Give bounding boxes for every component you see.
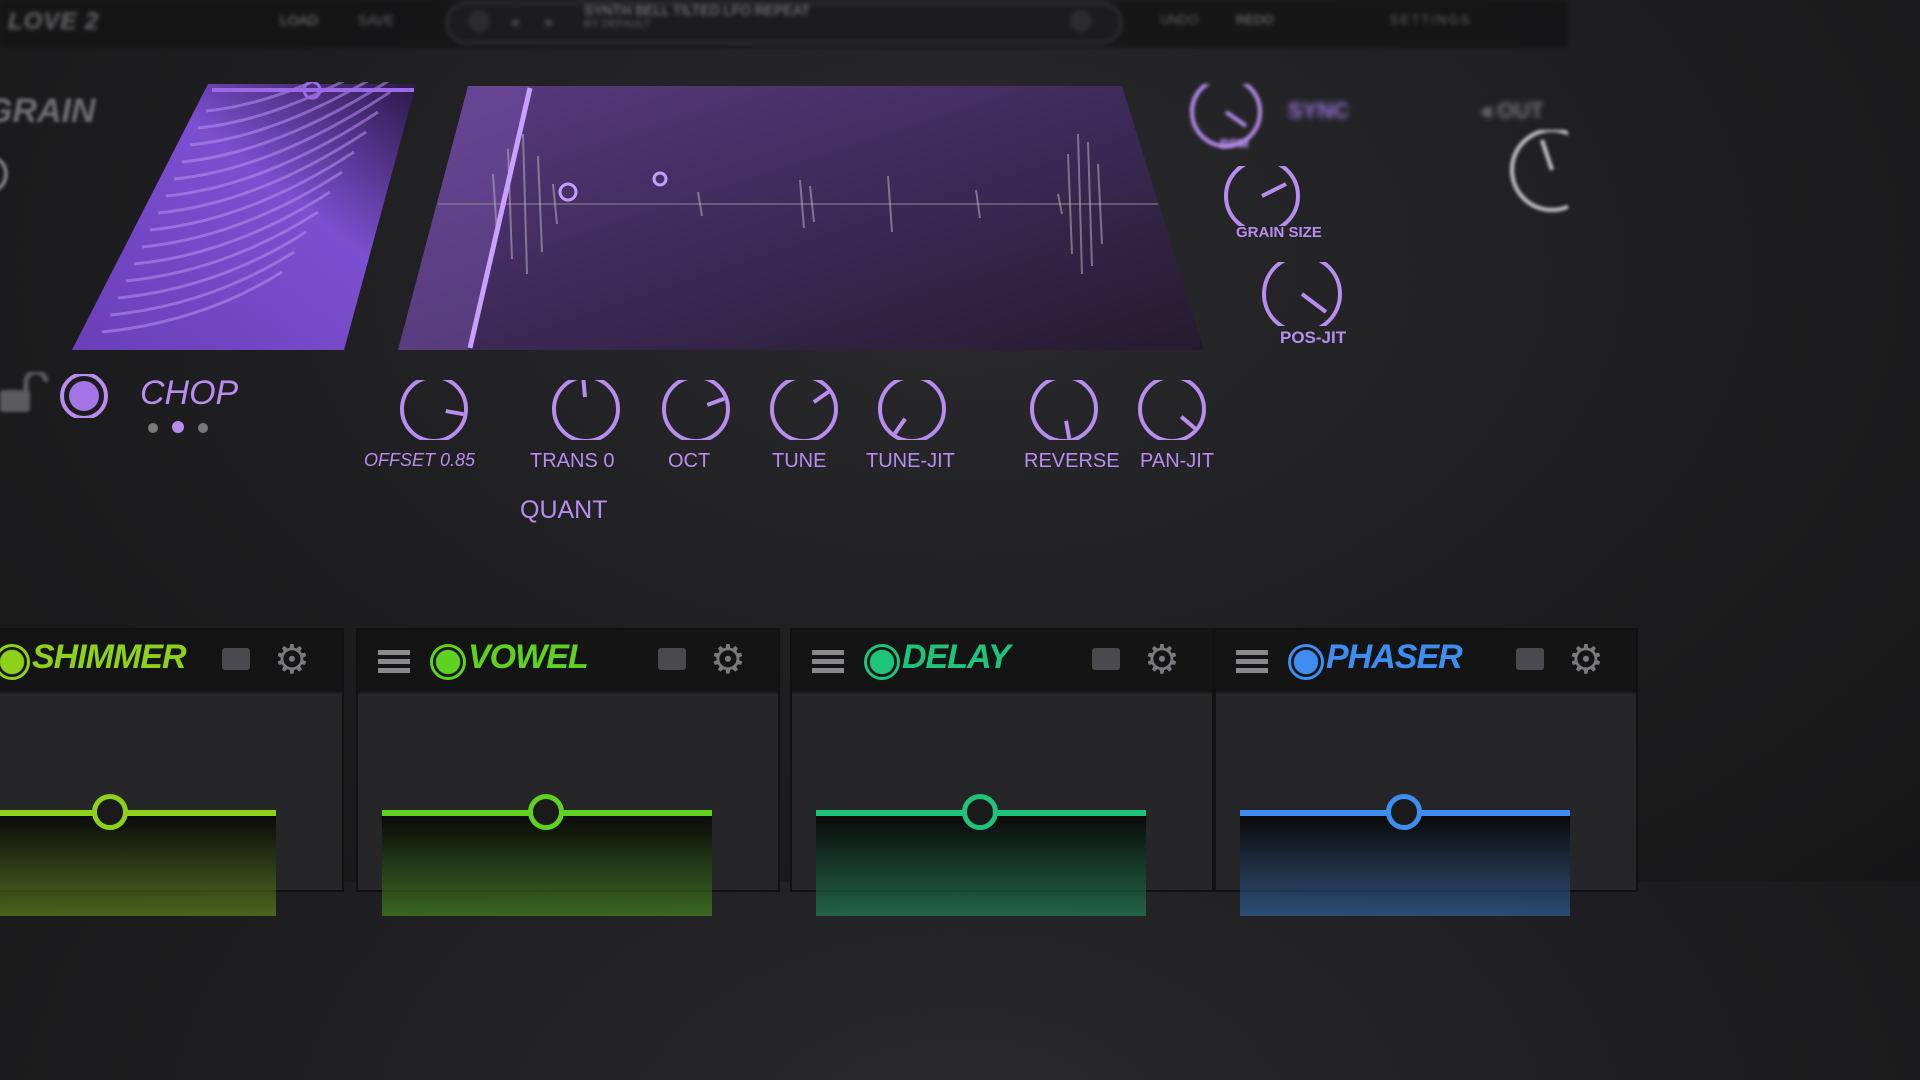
quant-label[interactable]: QUANT bbox=[520, 496, 608, 525]
fx-handle[interactable] bbox=[92, 794, 128, 830]
knob-offset[interactable] bbox=[400, 380, 472, 440]
chevron-left-icon[interactable]: ◂ bbox=[510, 12, 518, 32]
pos-jit-label: POS-JIT bbox=[1280, 328, 1347, 347]
undo-button[interactable]: UNDO bbox=[1160, 12, 1198, 27]
grain-size-label: GRAIN SIZE bbox=[1236, 224, 1322, 241]
chop-mode-label[interactable]: CHOP bbox=[140, 374, 238, 413]
fx-header: PHASER ⚙ bbox=[1216, 630, 1636, 692]
load-button[interactable]: LOAD bbox=[280, 12, 318, 28]
knob-trans[interactable] bbox=[552, 380, 624, 440]
knob-label: TRANS 0 bbox=[530, 450, 615, 472]
fx-body bbox=[358, 694, 778, 916]
fx-enable-toggle[interactable] bbox=[430, 644, 466, 680]
output-knob[interactable] bbox=[1506, 130, 1568, 220]
chop-enable-toggle[interactable] bbox=[58, 374, 112, 418]
fx-panel-phaser: PHASER ⚙ bbox=[1214, 628, 1638, 916]
knob-label: REVERSE bbox=[1024, 450, 1120, 472]
fx-name: SHIMMER bbox=[32, 638, 187, 676]
fx-panel-delay: DELAY ⚙ bbox=[790, 628, 1214, 916]
chevron-right-icon[interactable]: ▸ bbox=[546, 12, 554, 32]
fx-visual-display[interactable] bbox=[0, 810, 276, 916]
out-text: OUT bbox=[1497, 98, 1544, 123]
preset-name: SYNTH BELL TILTED LFO REPEAT BY DEFAULT bbox=[584, 2, 964, 30]
gear-icon[interactable]: ⚙ bbox=[710, 640, 746, 680]
grain-size-knob[interactable] bbox=[1222, 166, 1302, 226]
knob-label: TUNE-JIT bbox=[866, 450, 955, 472]
lock-icon[interactable] bbox=[222, 648, 250, 670]
mode-pager[interactable] bbox=[148, 420, 208, 438]
knob-tune-jit[interactable] bbox=[878, 380, 950, 440]
lock-icon[interactable] bbox=[0, 372, 54, 414]
app-logo: LOVE 2 bbox=[8, 8, 100, 35]
fx-header: SHIMMER ⚙ bbox=[0, 630, 342, 692]
pager-dot[interactable] bbox=[148, 423, 158, 433]
gear-icon[interactable]: ⚙ bbox=[274, 640, 310, 680]
pager-dot[interactable] bbox=[198, 423, 208, 433]
preset-menu-icon[interactable] bbox=[1070, 10, 1092, 32]
pager-dot-active[interactable] bbox=[172, 421, 184, 433]
fx-handle[interactable] bbox=[1386, 794, 1422, 830]
knob-tune[interactable] bbox=[770, 380, 842, 440]
fx-handle[interactable] bbox=[528, 794, 564, 830]
knob-label: PAN-JIT bbox=[1140, 450, 1215, 472]
knob-reverse[interactable] bbox=[1030, 380, 1102, 440]
fx-name: DELAY bbox=[902, 638, 1011, 676]
top-bar: LOVE 2 LOAD SAVE ◂ ▸ SYNTH BELL TILTED L… bbox=[0, 0, 1568, 48]
sync-toggle[interactable]: SYNC bbox=[1288, 98, 1349, 124]
fx-name: PHASER bbox=[1326, 638, 1463, 676]
fx-header: DELAY ⚙ bbox=[792, 630, 1212, 692]
fx-name: VOWEL bbox=[468, 638, 589, 676]
menu-icon[interactable] bbox=[812, 650, 844, 674]
fx-enable-toggle[interactable] bbox=[1288, 644, 1324, 680]
knob-label: OCT bbox=[668, 450, 711, 472]
out-label: ◂ OUT bbox=[1480, 98, 1544, 124]
fx-body bbox=[1216, 694, 1636, 916]
redo-button[interactable]: REDO bbox=[1236, 12, 1274, 27]
fx-body bbox=[792, 694, 1212, 916]
fx-header: VOWEL ⚙ bbox=[358, 630, 778, 692]
fx-body bbox=[0, 694, 342, 916]
knob-label: TUNE bbox=[772, 450, 827, 472]
fx-panel-vowel: VOWEL ⚙ bbox=[356, 628, 780, 916]
preset-author: BY DEFAULT bbox=[584, 18, 651, 30]
settings-button[interactable]: SETTINGS bbox=[1390, 12, 1471, 27]
gear-icon[interactable]: ⚙ bbox=[1568, 640, 1604, 680]
lock-icon[interactable] bbox=[1092, 648, 1120, 670]
fx-enable-toggle[interactable] bbox=[0, 644, 30, 680]
gear-icon[interactable]: ⚙ bbox=[1144, 640, 1180, 680]
knob-pan-jit[interactable] bbox=[1138, 380, 1210, 440]
save-button[interactable]: SAVE bbox=[358, 12, 394, 28]
knob-oct[interactable] bbox=[662, 380, 734, 440]
fx-panel-shimmer: SHIMMER ⚙ bbox=[0, 628, 344, 916]
section-knob-icon[interactable] bbox=[0, 150, 20, 200]
out-arrow-icon: ◂ bbox=[1480, 98, 1498, 123]
waveform-display[interactable] bbox=[398, 86, 1204, 350]
lock-icon[interactable] bbox=[1516, 648, 1544, 670]
bpm-label: BPM bbox=[1220, 136, 1249, 151]
preset-title: SYNTH BELL TILTED LFO REPEAT bbox=[584, 2, 810, 18]
knob-label: OFFSET 0.85 bbox=[364, 450, 476, 470]
menu-icon[interactable] bbox=[1236, 650, 1268, 674]
fx-handle[interactable] bbox=[962, 794, 998, 830]
lock-icon[interactable] bbox=[658, 648, 686, 670]
pos-jit-knob[interactable] bbox=[1260, 262, 1344, 326]
menu-icon[interactable] bbox=[378, 650, 410, 674]
preset-prev-icon[interactable] bbox=[468, 10, 490, 32]
fx-enable-toggle[interactable] bbox=[864, 644, 900, 680]
grain-texture-display[interactable] bbox=[72, 82, 416, 350]
